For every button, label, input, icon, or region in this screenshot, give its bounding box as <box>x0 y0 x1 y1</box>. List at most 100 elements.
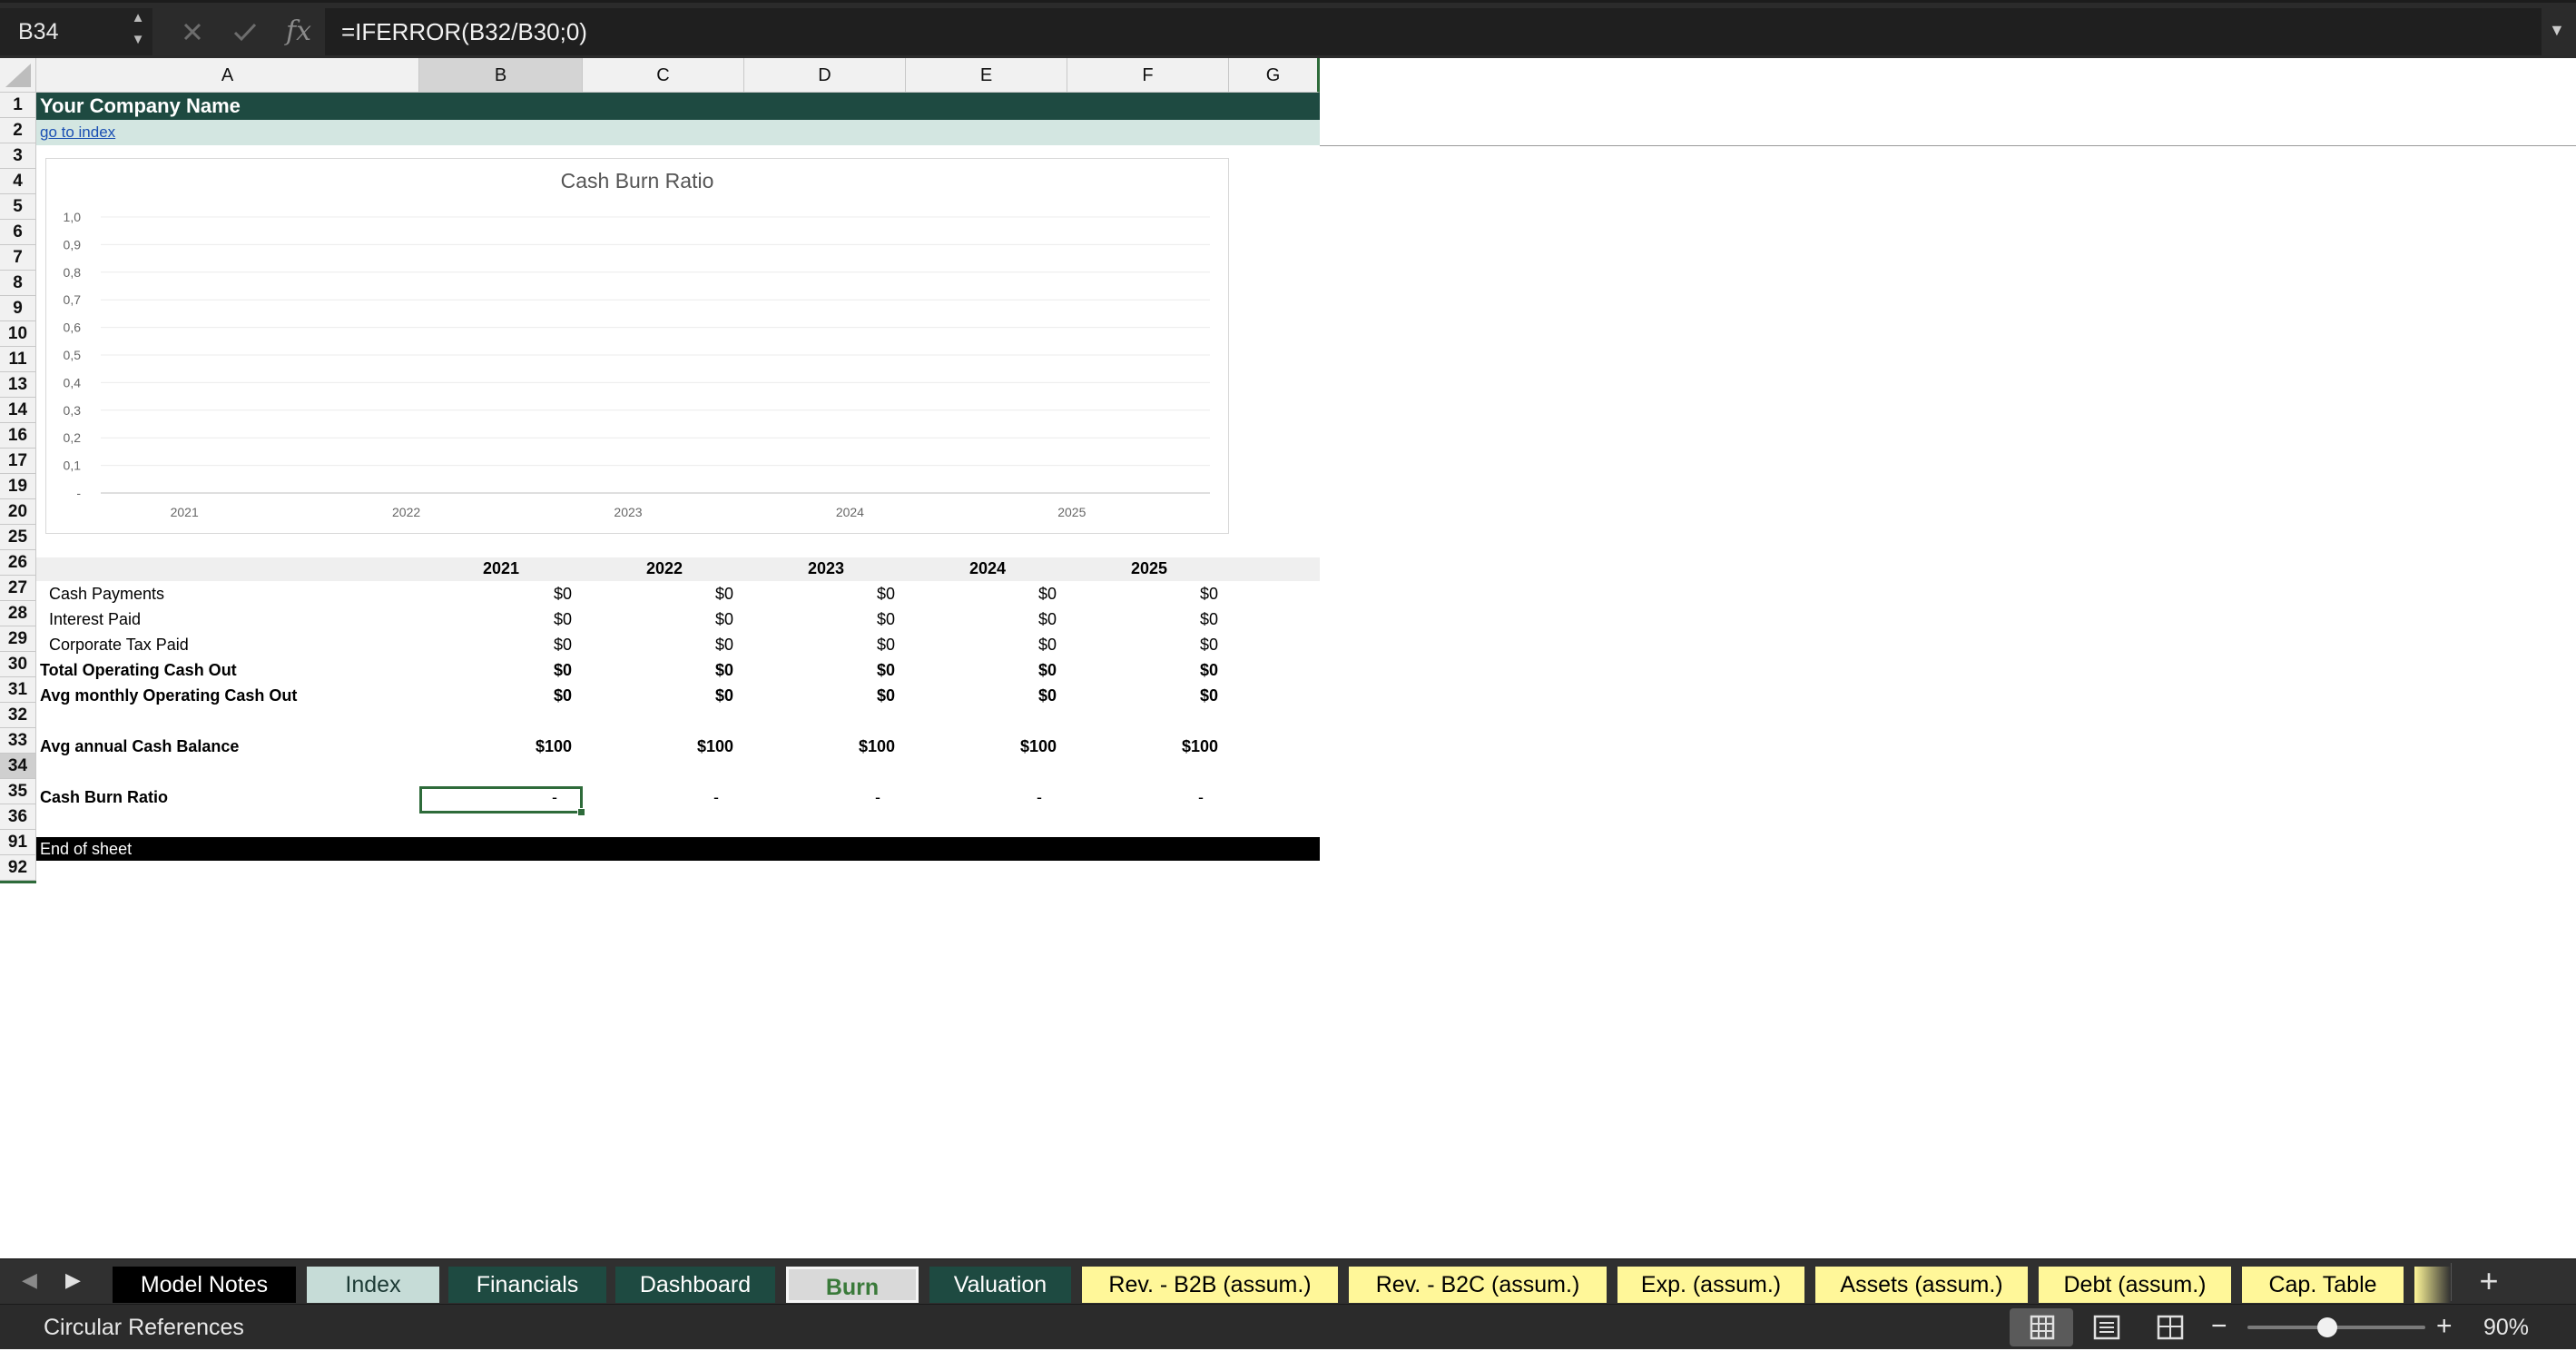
row-header[interactable]: 92 <box>0 855 36 881</box>
tab-cap-table[interactable]: Cap. Table <box>2242 1267 2404 1303</box>
tab-index[interactable]: Index <box>307 1267 439 1303</box>
row-header[interactable]: 1 <box>0 93 36 118</box>
table-cell[interactable]: $0 <box>583 657 733 683</box>
table-cell[interactable]: $0 <box>744 606 895 632</box>
tab-financials[interactable]: Financials <box>448 1267 606 1303</box>
expand-formula-icon[interactable]: ▼ <box>2549 21 2565 40</box>
row-header[interactable]: 28 <box>0 601 36 626</box>
column-header-a[interactable]: A <box>36 58 419 93</box>
tab-burn[interactable]: Burn <box>786 1267 919 1303</box>
zoom-slider-thumb[interactable] <box>2317 1317 2338 1337</box>
table-cell[interactable]: $0 <box>1067 683 1218 708</box>
tab-valuation[interactable]: Valuation <box>929 1267 1071 1303</box>
row-header[interactable]: 33 <box>0 728 36 754</box>
table-cell[interactable]: $0 <box>1067 581 1218 606</box>
table-cell[interactable]: $0 <box>583 581 733 606</box>
normal-view-button[interactable] <box>2010 1308 2073 1346</box>
table-cell[interactable]: - <box>419 784 557 810</box>
column-header-c[interactable]: C <box>583 58 744 93</box>
table-cell[interactable]: - <box>906 784 1042 810</box>
table-cell[interactable]: $0 <box>583 683 733 708</box>
table-cell[interactable]: $0 <box>906 683 1057 708</box>
next-sheet-icon[interactable]: ▶ <box>65 1268 81 1292</box>
tab-rev-b2c[interactable]: Rev. - B2C (assum.) <box>1349 1267 1607 1303</box>
table-cell[interactable]: - <box>583 784 719 810</box>
row-header[interactable]: 2 <box>0 118 36 143</box>
row-header[interactable]: 10 <box>0 321 36 347</box>
table-cell[interactable]: $0 <box>583 606 733 632</box>
column-header-f[interactable]: F <box>1067 58 1229 93</box>
column-header-d[interactable]: D <box>744 58 906 93</box>
table-cell[interactable]: $0 <box>419 581 572 606</box>
previous-sheet-icon[interactable]: ◀ <box>22 1268 37 1292</box>
table-cell[interactable]: $100 <box>419 734 572 759</box>
column-header-b[interactable]: B <box>419 58 583 93</box>
tab-assets[interactable]: Assets (assum.) <box>1815 1267 2028 1303</box>
row-header[interactable]: 6 <box>0 220 36 245</box>
row-header[interactable]: 11 <box>0 347 36 372</box>
add-sheet-button[interactable]: + <box>2471 1261 2507 1301</box>
circular-references-status[interactable]: Circular References <box>44 1305 244 1350</box>
row-header[interactable]: 34 <box>0 754 36 779</box>
zoom-out-button[interactable]: − <box>2211 1305 2227 1350</box>
table-cell[interactable]: $0 <box>906 632 1057 657</box>
row-header[interactable]: 3 <box>0 143 36 169</box>
cash-burn-chart[interactable]: Cash Burn Ratio 1,0 0,9 0,8 0,7 0,6 0,5 0,4 0,3 0… <box>45 158 1229 534</box>
table-cell[interactable]: $0 <box>744 581 895 606</box>
table-cell[interactable]: $0 <box>744 683 895 708</box>
row-header[interactable]: 25 <box>0 525 36 550</box>
zoom-in-button[interactable]: + <box>2436 1305 2453 1350</box>
row-header[interactable]: 14 <box>0 398 36 423</box>
tab-model-notes[interactable]: Model Notes <box>113 1267 296 1303</box>
table-cell[interactable]: $0 <box>906 657 1057 683</box>
page-break-button[interactable] <box>2146 1308 2197 1346</box>
row-header[interactable]: 4 <box>0 169 36 194</box>
chevron-up-icon[interactable]: ▲ <box>129 11 147 25</box>
column-header-e[interactable]: E <box>906 58 1067 93</box>
table-cell[interactable]: $0 <box>419 683 572 708</box>
row-header[interactable]: 29 <box>0 626 36 652</box>
tab-exp[interactable]: Exp. (assum.) <box>1617 1267 1804 1303</box>
table-cell[interactable]: $0 <box>906 606 1057 632</box>
table-cell[interactable]: $0 <box>419 606 572 632</box>
row-header[interactable]: 19 <box>0 474 36 499</box>
row-header[interactable]: 17 <box>0 449 36 474</box>
column-header-g[interactable]: G <box>1229 58 1320 93</box>
table-cell[interactable]: $0 <box>744 657 895 683</box>
row-header[interactable]: 20 <box>0 499 36 525</box>
table-cell[interactable]: $0 <box>1067 606 1218 632</box>
row-header[interactable]: 9 <box>0 296 36 321</box>
select-all-corner[interactable] <box>0 58 36 93</box>
table-cell[interactable]: $0 <box>583 632 733 657</box>
chevron-down-icon[interactable]: ▼ <box>129 33 147 46</box>
confirm-icon[interactable] <box>227 12 263 52</box>
row-header[interactable]: 26 <box>0 550 36 576</box>
go-to-index-link[interactable]: go to index <box>40 120 115 145</box>
row-header[interactable]: 32 <box>0 703 36 728</box>
table-cell[interactable]: $100 <box>583 734 733 759</box>
page-layout-button[interactable] <box>2082 1308 2133 1346</box>
tab-dashboard[interactable]: Dashboard <box>615 1267 775 1303</box>
table-cell[interactable]: $0 <box>1067 632 1218 657</box>
table-cell[interactable]: $0 <box>906 581 1057 606</box>
table-cell[interactable]: $0 <box>1067 657 1218 683</box>
row-header[interactable]: 7 <box>0 245 36 271</box>
row-header[interactable]: 5 <box>0 194 36 220</box>
row-header[interactable]: 13 <box>0 372 36 398</box>
table-cell[interactable]: - <box>1067 784 1204 810</box>
table-cell[interactable]: $100 <box>744 734 895 759</box>
row-header[interactable]: 35 <box>0 779 36 804</box>
cancel-icon[interactable] <box>174 12 211 52</box>
row-header[interactable]: 16 <box>0 423 36 449</box>
formula-input[interactable]: =IFERROR(B32/B30;0) <box>325 8 2542 55</box>
table-cell[interactable]: - <box>744 784 880 810</box>
table-cell[interactable]: $100 <box>906 734 1057 759</box>
table-cell[interactable]: $0 <box>744 632 895 657</box>
row-header[interactable]: 8 <box>0 271 36 296</box>
row-header[interactable]: 30 <box>0 652 36 677</box>
row-header[interactable]: 31 <box>0 677 36 703</box>
table-cell[interactable]: $100 <box>1067 734 1218 759</box>
tab-debt[interactable]: Debt (assum.) <box>2039 1267 2231 1303</box>
tab-rev-b2b[interactable]: Rev. - B2B (assum.) <box>1082 1267 1338 1303</box>
zoom-level[interactable]: 90% <box>2483 1305 2529 1350</box>
